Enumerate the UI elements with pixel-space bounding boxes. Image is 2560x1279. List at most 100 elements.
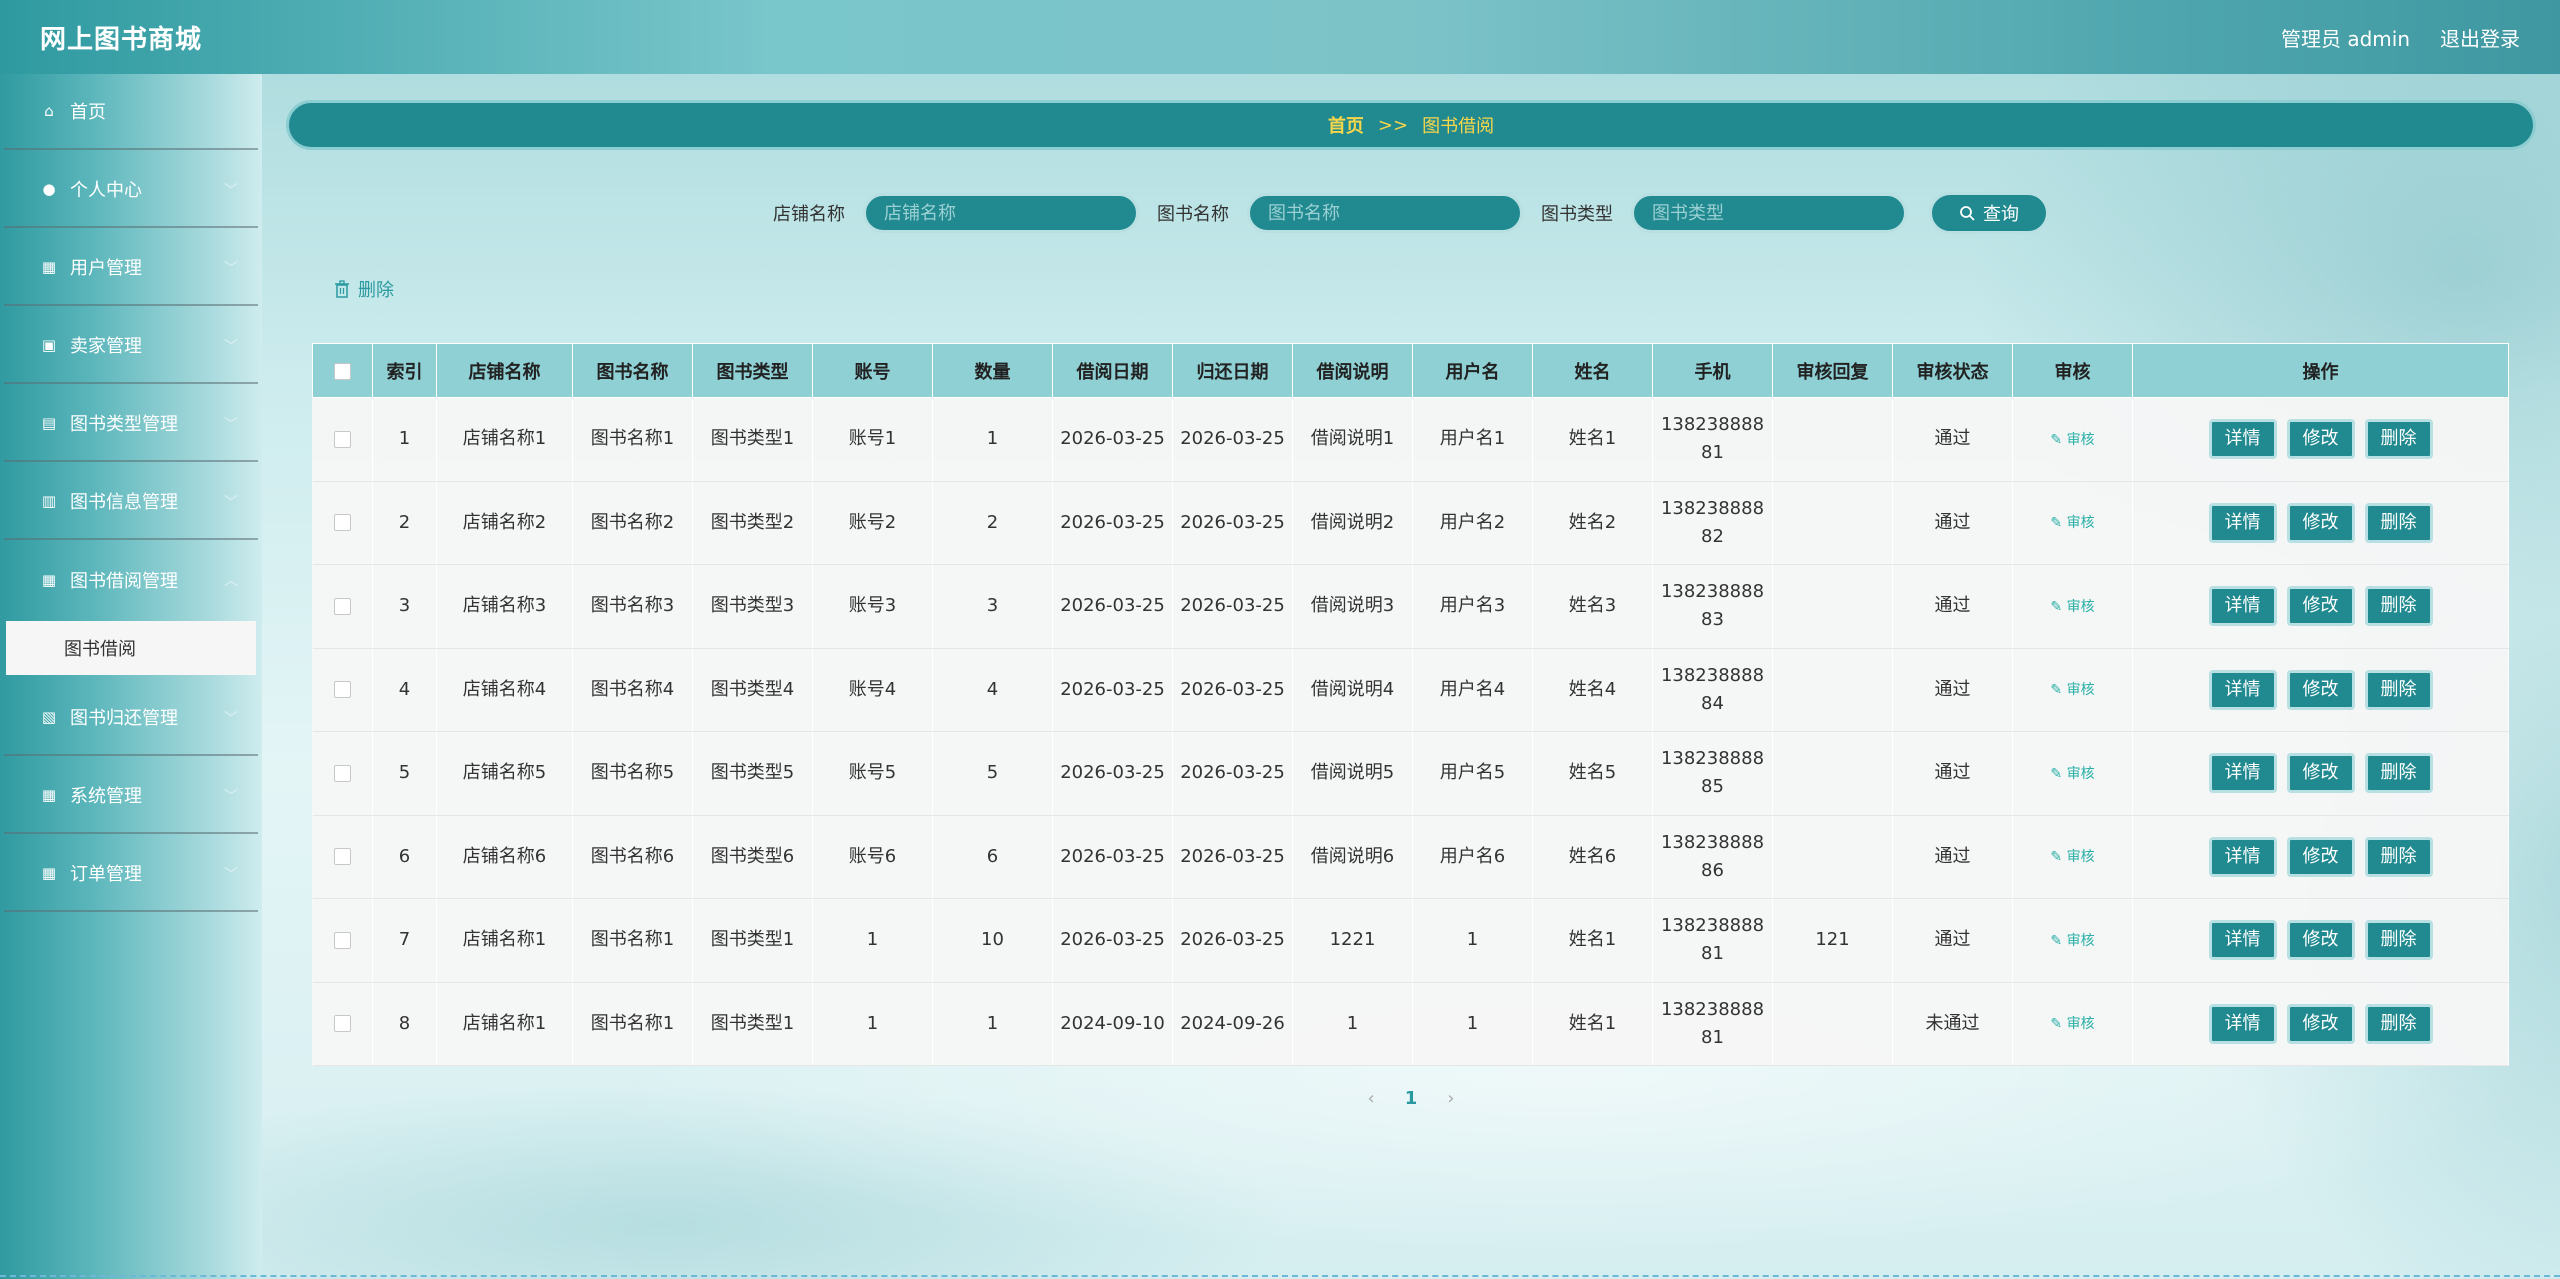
edit-button[interactable]: 修改 [2286, 502, 2355, 543]
review-link[interactable]: ✎ 审核 [2050, 432, 2094, 448]
edit-pen-icon: ✎ [2050, 1016, 2067, 1033]
table-row: 3 店铺名称3 图书名称3 图书类型3 账号3 3 2026-03-25 2026-03-25… [312, 564, 2509, 649]
sidebar-item-book-info-management[interactable]: ▥ 图书信息管理 ﹀ [4, 464, 258, 540]
cell-review: ✎ 审核 [2012, 481, 2133, 565]
admin-user-label[interactable]: 管理员 admin [2281, 23, 2410, 52]
cell-book: 图书名称1 [572, 982, 693, 1066]
breadcrumb-home[interactable]: 首页 [1328, 112, 1364, 138]
query-button[interactable]: 查询 [1929, 192, 2049, 234]
cell-type: 图书类型5 [692, 731, 813, 816]
table-row: 1 店铺名称1 图书名称1 图书类型1 账号1 1 2026-03-25 2026-03-25… [312, 397, 2509, 482]
cell-username: 用户名5 [1412, 731, 1533, 816]
shop-name-label: 店铺名称 [773, 204, 845, 225]
delete-button[interactable]: 删除 [2364, 502, 2433, 543]
delete-button[interactable]: 删除 [2364, 1003, 2433, 1044]
review-link[interactable]: ✎ 审核 [2050, 849, 2094, 865]
sidebar-subitem-book-borrow[interactable]: 图书借阅 [6, 621, 256, 675]
cell-review: ✎ 审核 [2012, 982, 2133, 1066]
edit-button[interactable]: 修改 [2286, 586, 2355, 627]
cell-qty: 4 [932, 648, 1053, 732]
row-checkbox[interactable] [333, 514, 351, 532]
review-link-label: 审核 [2066, 682, 2095, 699]
cell-account: 账号5 [812, 731, 933, 816]
review-link-label: 审核 [2066, 849, 2095, 866]
delete-button[interactable]: 删除 [2364, 419, 2433, 460]
book-type-input[interactable] [1631, 193, 1907, 233]
delete-button[interactable]: 删除 [2364, 753, 2433, 794]
batch-delete-button[interactable]: 删除 [334, 276, 394, 302]
sidebar-item-book-borrow-management[interactable]: ▦ 图书借阅管理 ︿ [4, 542, 258, 618]
delete-button[interactable]: 删除 [2364, 669, 2433, 710]
sidebar-item-user-management[interactable]: ▦ 用户管理 ﹀ [4, 230, 258, 306]
edit-button[interactable]: 修改 [2286, 836, 2355, 877]
review-link[interactable]: ✎ 审核 [2050, 682, 2094, 698]
detail-button[interactable]: 详情 [2208, 502, 2277, 543]
detail-button[interactable]: 详情 [2208, 920, 2277, 961]
sidebar-item-system-management[interactable]: ▦ 系统管理 ﹀ [4, 758, 258, 834]
row-checkbox[interactable] [333, 597, 351, 615]
sidebar-item-seller-management[interactable]: ▣ 卖家管理 ﹀ [4, 308, 258, 384]
row-select-cell [312, 648, 373, 732]
column-header: 操作 [2132, 343, 2509, 398]
delete-button[interactable]: 删除 [2364, 836, 2433, 877]
sidebar-item-home[interactable]: ⌂ 首页 [4, 74, 258, 150]
review-link[interactable]: ✎ 审核 [2050, 933, 2094, 949]
next-page-button[interactable]: › [1447, 1088, 1454, 1109]
cell-account: 1 [812, 982, 933, 1066]
edit-button[interactable]: 修改 [2286, 920, 2355, 961]
page-number[interactable]: 1 [1405, 1088, 1418, 1109]
edit-pen-icon: ✎ [2050, 515, 2067, 532]
review-link-label: 审核 [2066, 932, 2095, 949]
row-checkbox[interactable] [333, 430, 351, 448]
book-name-input[interactable] [1247, 193, 1523, 233]
edit-button[interactable]: 修改 [2286, 1003, 2355, 1044]
chevron-down-icon: ﹀ [224, 711, 238, 727]
sidebar-item-label: 图书归还管理 [70, 708, 178, 729]
review-link[interactable]: ✎ 审核 [2050, 1016, 2094, 1032]
sidebar-item-order-management[interactable]: ▦ 订单管理 ﹀ [4, 836, 258, 912]
cell-idx: 5 [372, 731, 437, 816]
sidebar-item-book-type-management[interactable]: ▤ 图书类型管理 ﹀ [4, 386, 258, 462]
detail-button[interactable]: 详情 [2208, 836, 2277, 877]
edit-button[interactable]: 修改 [2286, 753, 2355, 794]
row-checkbox[interactable] [333, 848, 351, 866]
cell-reply [1772, 481, 1893, 565]
review-link-label: 审核 [2066, 515, 2095, 532]
select-all-checkbox[interactable] [334, 362, 351, 380]
edit-button[interactable]: 修改 [2286, 669, 2355, 710]
sidebar-item-personal-center[interactable]: ● 个人中心 ﹀ [4, 152, 258, 228]
cell-status: 通过 [1892, 731, 2013, 816]
cell-idx: 1 [372, 397, 437, 482]
cell-shop: 店铺名称1 [436, 982, 573, 1066]
sidebar-item-label: 系统管理 [70, 786, 142, 807]
row-checkbox[interactable] [333, 931, 351, 949]
review-link[interactable]: ✎ 审核 [2050, 599, 2094, 615]
shop-name-input[interactable] [863, 193, 1139, 233]
row-checkbox[interactable] [333, 764, 351, 782]
detail-button[interactable]: 详情 [2208, 753, 2277, 794]
detail-button[interactable]: 详情 [2208, 419, 2277, 460]
detail-button[interactable]: 详情 [2208, 1003, 2277, 1044]
cell-account: 账号4 [812, 648, 933, 732]
cell-book: 图书名称1 [572, 397, 693, 482]
detail-button[interactable]: 详情 [2208, 586, 2277, 627]
logout-link[interactable]: 退出登录 [2440, 23, 2520, 52]
prev-page-button[interactable]: ‹ [1368, 1088, 1375, 1109]
grid-icon: ▦ [41, 571, 57, 589]
delete-button[interactable]: 删除 [2364, 920, 2433, 961]
detail-button[interactable]: 详情 [2208, 669, 2277, 710]
edit-pen-icon: ✎ [2050, 932, 2067, 949]
sidebar-item-book-return-management[interactable]: ▧ 图书归还管理 ﹀ [4, 680, 258, 756]
edit-button[interactable]: 修改 [2286, 419, 2355, 460]
review-link[interactable]: ✎ 审核 [2050, 515, 2094, 531]
cell-note: 借阅说明2 [1292, 481, 1413, 565]
cell-phone: 13823888882 [1652, 481, 1773, 565]
row-checkbox[interactable] [333, 1015, 351, 1033]
column-header: 审核回复 [1772, 343, 1893, 398]
row-checkbox[interactable] [333, 681, 351, 699]
delete-button[interactable]: 删除 [2364, 586, 2433, 627]
grid-icon: ▦ [41, 864, 57, 882]
cell-status: 通过 [1892, 397, 2013, 482]
select-all-header [312, 343, 373, 398]
review-link[interactable]: ✎ 审核 [2050, 766, 2094, 782]
